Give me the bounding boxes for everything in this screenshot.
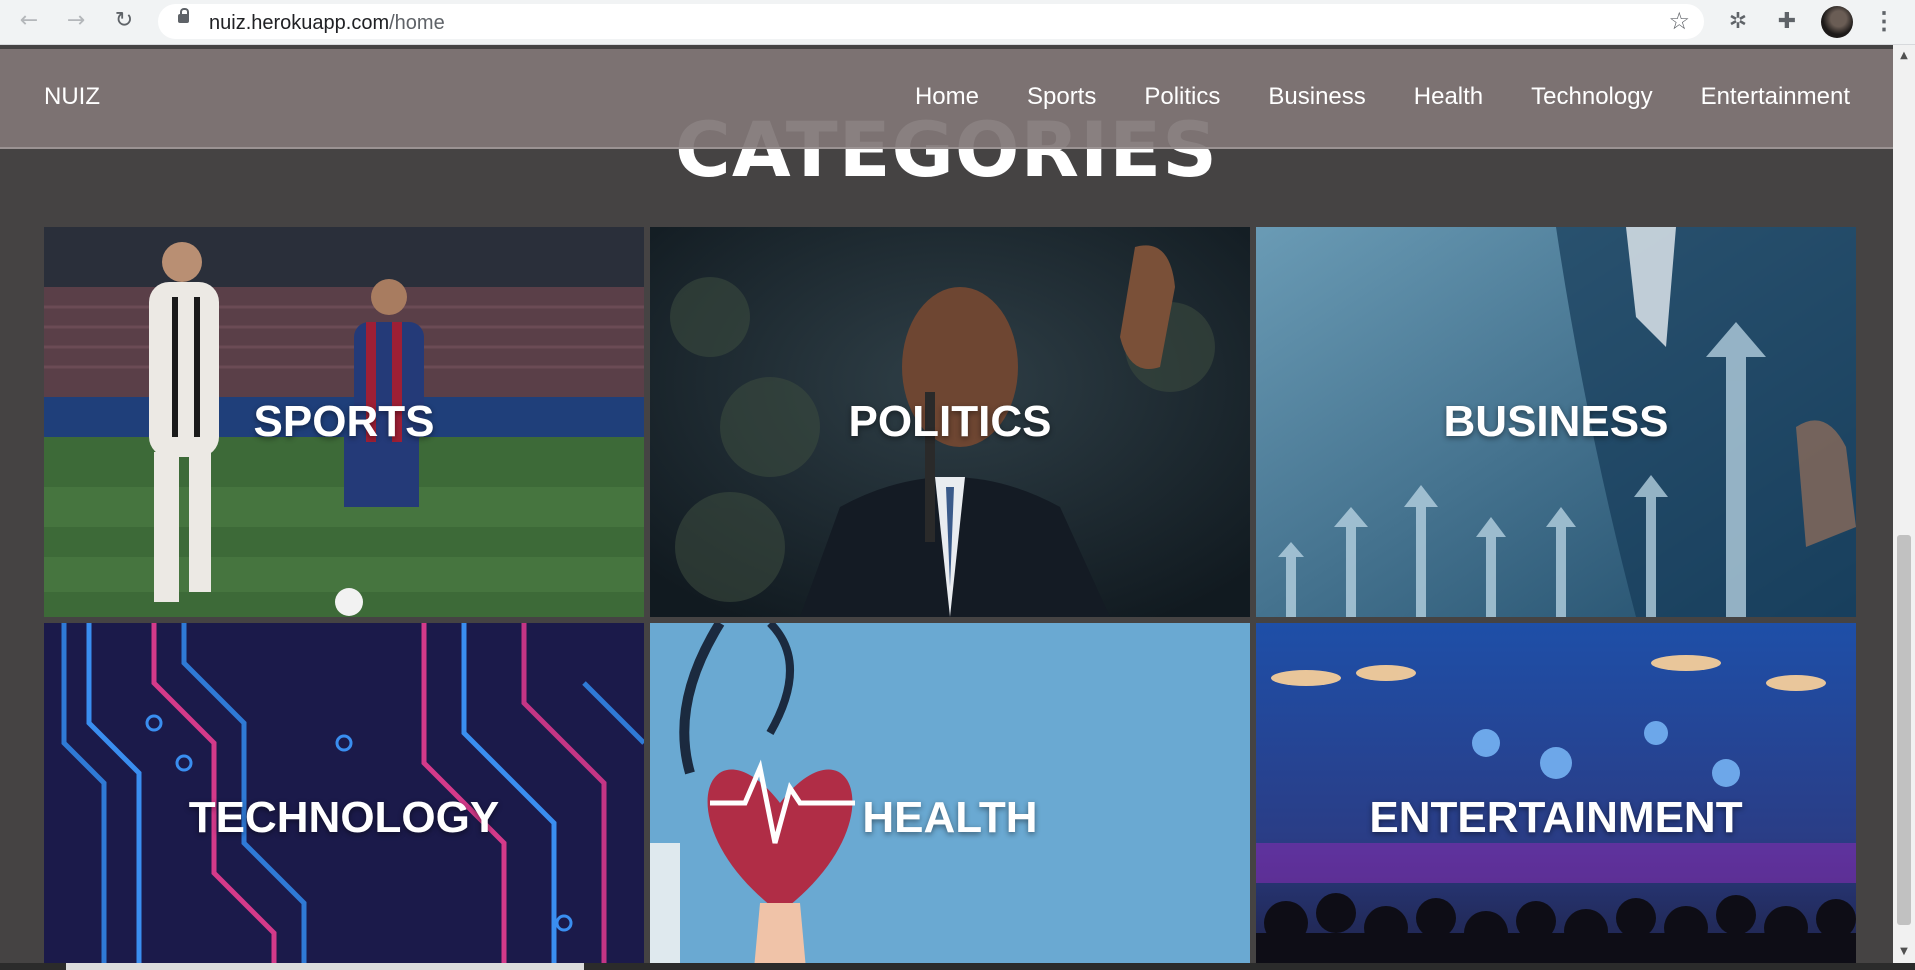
category-label: SPORTS xyxy=(253,397,435,446)
nav-entertainment[interactable]: Entertainment xyxy=(1701,83,1850,111)
category-card-health[interactable]: HEALTH xyxy=(650,623,1250,963)
browser-toolbar: ← → ↻ nuiz.herokuapp.com/home ☆ ✲ ✚ ⋮ xyxy=(0,0,1915,45)
scroll-down-icon[interactable]: ▼ xyxy=(1897,945,1911,959)
puzzle-extensions-icon[interactable]: ✚ xyxy=(1774,9,1800,35)
site-navbar: NUIZ Home Sports Politics Business Healt… xyxy=(0,49,1893,149)
scroll-up-icon[interactable]: ▲ xyxy=(1897,49,1911,63)
site-brand[interactable]: NUIZ xyxy=(44,83,100,111)
nav-business[interactable]: Business xyxy=(1268,83,1365,111)
category-label: ENTERTAINMENT xyxy=(1369,793,1743,842)
url-text[interactable]: nuiz.herokuapp.com/home xyxy=(209,12,445,35)
reload-icon[interactable]: ↻ xyxy=(111,8,137,34)
page-viewport: NUIZ Home Sports Politics Business Healt… xyxy=(0,45,1893,963)
nav-politics[interactable]: Politics xyxy=(1144,83,1220,111)
nav-technology[interactable]: Technology xyxy=(1531,83,1652,111)
vertical-scrollbar[interactable]: ▲ ▼ xyxy=(1893,45,1915,963)
category-label: POLITICS xyxy=(848,397,1052,446)
category-card-technology[interactable]: TECHNOLOGY xyxy=(44,623,644,963)
nav-links: Home Sports Politics Business Health Tec… xyxy=(915,83,1850,111)
scrollbar-thumb[interactable] xyxy=(1897,535,1911,925)
back-icon[interactable]: ← xyxy=(16,8,42,34)
category-card-politics[interactable]: POLITICS xyxy=(650,227,1250,617)
nav-health[interactable]: Health xyxy=(1414,83,1483,111)
category-label: HEALTH xyxy=(862,793,1038,842)
category-card-business[interactable]: BUSINESS xyxy=(1256,227,1856,617)
forward-icon[interactable]: → xyxy=(63,8,89,34)
horizontal-scrollbar-thumb[interactable] xyxy=(66,963,584,970)
bug-extension-icon[interactable]: ✲ xyxy=(1725,9,1751,35)
category-card-sports[interactable]: SPORTS xyxy=(44,227,644,617)
lock-icon[interactable] xyxy=(178,8,189,23)
address-bar[interactable]: nuiz.herokuapp.com/home ☆ xyxy=(158,4,1704,39)
category-label: TECHNOLOGY xyxy=(188,793,500,842)
category-label: BUSINESS xyxy=(1443,397,1669,446)
bookmark-star-icon[interactable]: ☆ xyxy=(1668,7,1690,35)
browser-menu-icon[interactable]: ⋮ xyxy=(1872,8,1896,36)
profile-avatar[interactable] xyxy=(1821,6,1853,38)
category-card-entertainment[interactable]: ENTERTAINMENT xyxy=(1256,623,1856,963)
nav-home[interactable]: Home xyxy=(915,83,979,111)
horizontal-scrollbar[interactable] xyxy=(0,963,1915,970)
nav-sports[interactable]: Sports xyxy=(1027,83,1096,111)
